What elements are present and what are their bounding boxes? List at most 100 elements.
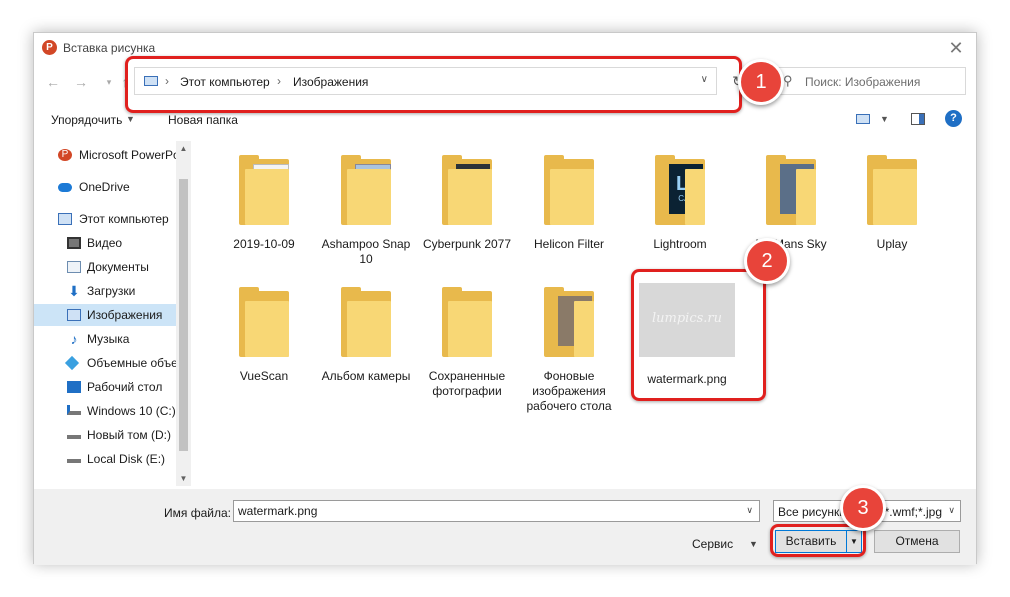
file-name: VueScan [239, 369, 289, 383]
forward-arrow-icon[interactable]: → [70, 71, 92, 93]
nav-item-documents[interactable]: Документы [34, 256, 191, 278]
nav-item-3d-objects[interactable]: Объемные объекты [34, 352, 191, 374]
search-icon: ⚲ [783, 73, 793, 88]
navigation-pane: P Microsoft PowerPoint OneDrive Этот ком… [34, 140, 191, 487]
file-list: 2019-10-09 Ashampoo Snap 10 Cyberpunk 20… [196, 141, 976, 487]
folder-icon [544, 287, 594, 357]
search-placeholder: Поиск: Изображения [805, 75, 921, 89]
filename-label: Имя файла: [164, 506, 231, 520]
nav-item-label: Музыка [87, 332, 130, 346]
nav-item-music[interactable]: ♪ Музыка [34, 328, 191, 350]
drive-icon [67, 429, 81, 439]
window-title: Вставка рисунка [63, 41, 156, 55]
file-name: Ashampoo Snap 10 [321, 237, 411, 266]
folder-icon [341, 155, 391, 225]
computer-icon [58, 213, 72, 225]
file-name: Helicon Filter [533, 237, 605, 251]
highlight-address-bar [125, 56, 742, 113]
scroll-down-icon[interactable]: ▼ [176, 471, 191, 486]
file-tile[interactable]: Uplay [845, 149, 939, 259]
file-name: Сохраненные фотографии [428, 369, 506, 398]
file-tile[interactable]: Cyberpunk 2077 [420, 149, 514, 259]
folder-icon [239, 287, 289, 357]
search-input[interactable]: ⚲ Поиск: Изображения [774, 67, 966, 95]
file-tile[interactable]: Helicon Filter [522, 149, 616, 259]
step-badge-2: 2 [744, 238, 790, 284]
close-icon[interactable]: ✕ [944, 36, 968, 60]
folder-icon [544, 155, 594, 225]
file-tile[interactable]: Альбом камеры [319, 281, 413, 391]
file-name: Cyberpunk 2077 [422, 237, 512, 251]
scroll-up-icon[interactable]: ▲ [176, 141, 191, 156]
file-tile[interactable]: Lr CAT Lightroom [633, 149, 727, 259]
file-name: 2019-10-09 [233, 237, 295, 251]
documents-icon [67, 261, 81, 273]
highlight-watermark-file [631, 269, 766, 401]
nav-item-powerpoint[interactable]: P Microsoft PowerPoint [34, 144, 191, 166]
nav-item-label: Документы [87, 260, 149, 274]
file-tile[interactable]: Ashampoo Snap 10 [319, 149, 413, 266]
nav-item-label: OneDrive [79, 180, 130, 194]
chevron-down-icon[interactable]: ▼ [126, 114, 135, 124]
file-name: Lightroom [653, 237, 707, 251]
nav-item-pictures[interactable]: Изображения [34, 304, 191, 326]
chevron-down-icon[interactable]: ∨ [948, 505, 955, 516]
nav-item-label: Microsoft PowerPoint [79, 148, 191, 162]
powerpoint-app-icon: P [42, 40, 57, 55]
chevron-down-icon[interactable]: ▼ [880, 114, 889, 124]
folder-icon [239, 155, 289, 225]
step-badge-1: 1 [738, 59, 784, 105]
drive-icon [67, 453, 81, 463]
nav-item-desktop[interactable]: Рабочий стол [34, 376, 191, 398]
organize-button[interactable]: Упорядочить [51, 113, 122, 127]
nav-item-downloads[interactable]: ⬇ Загрузки [34, 280, 191, 302]
folder-icon [867, 155, 917, 225]
nav-item-label: Local Disk (E:) [87, 452, 166, 466]
nav-item-onedrive[interactable]: OneDrive [34, 176, 191, 198]
chevron-down-icon[interactable]: ▼ [749, 539, 758, 549]
filename-field[interactable]: ∨ [233, 500, 760, 522]
nav-item-label: Видео [87, 236, 123, 250]
chevron-down-icon[interactable]: ∨ [746, 505, 753, 516]
nav-item-label: Этот компьютер [79, 212, 169, 226]
music-icon: ♪ [70, 331, 78, 347]
file-tile[interactable]: 2019-10-09 [217, 149, 311, 259]
nav-item-drive-c[interactable]: Windows 10 (C:) [34, 400, 191, 422]
step-badge-3: 3 [840, 485, 886, 531]
folder-icon [442, 287, 492, 357]
desktop-icon [67, 381, 81, 393]
back-arrow-icon[interactable]: ← [42, 71, 64, 93]
nav-pane-scrollbar[interactable]: ▲ ▼ [176, 141, 191, 486]
preview-pane-icon[interactable] [911, 113, 925, 125]
folder-icon [442, 155, 492, 225]
downloads-icon: ⬇ [68, 283, 80, 299]
tools-button[interactable]: Сервис [692, 537, 733, 551]
nav-item-label: Windows 10 (C:) [87, 404, 176, 418]
drive-icon [67, 405, 81, 415]
folder-icon [766, 155, 816, 225]
nav-item-this-pc[interactable]: Этот компьютер [34, 208, 191, 230]
nav-item-drive-d[interactable]: Новый том (D:) [34, 424, 191, 446]
file-tile[interactable]: Фоновые изображения рабочего стола [522, 281, 616, 413]
folder-icon: Lr CAT [655, 155, 705, 225]
filename-input[interactable] [234, 501, 732, 521]
change-view-icon[interactable] [856, 114, 870, 124]
help-icon[interactable]: ? [945, 110, 962, 127]
nav-item-drive-e[interactable]: Local Disk (E:) [34, 448, 191, 470]
cancel-button[interactable]: Отмена [874, 530, 960, 553]
video-icon [67, 237, 81, 249]
nav-item-video[interactable]: Видео [34, 232, 191, 254]
new-folder-button[interactable]: Новая папка [168, 113, 238, 127]
nav-item-label: Загрузки [87, 284, 136, 298]
3d-objects-icon [64, 355, 80, 371]
file-tile[interactable]: Сохраненные фотографии [420, 281, 514, 398]
file-name: Альбом камеры [321, 369, 411, 383]
powerpoint-icon: P [58, 149, 72, 161]
scrollbar-thumb[interactable] [179, 179, 188, 451]
highlight-insert-button [770, 524, 866, 557]
file-name: Uplay [876, 237, 908, 251]
cloud-icon [58, 183, 72, 192]
file-tile[interactable]: VueScan [217, 281, 311, 391]
folder-icon [341, 287, 391, 357]
nav-item-label: Рабочий стол [87, 380, 163, 394]
